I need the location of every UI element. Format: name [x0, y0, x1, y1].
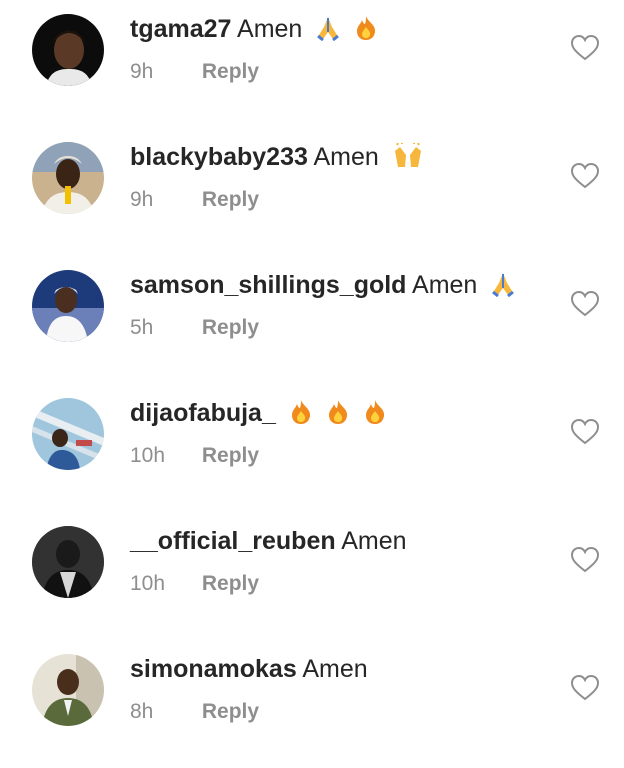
- fire-icon: [289, 399, 313, 434]
- user-avatar[interactable]: [32, 270, 104, 342]
- comment-item: dijaofabuja_ 10h Reply: [0, 384, 624, 512]
- comment-text: simonamokas Amen: [130, 652, 368, 686]
- reply-button[interactable]: Reply: [202, 700, 259, 723]
- comment-meta: 9h Reply: [130, 57, 259, 87]
- fire-icon: [363, 399, 387, 434]
- folded-hands-icon: [490, 271, 516, 306]
- like-heart-icon[interactable]: [570, 290, 600, 318]
- comment-username[interactable]: __official_reuben: [130, 527, 336, 555]
- reply-button[interactable]: Reply: [202, 60, 259, 83]
- comment-meta: 10h Reply: [130, 441, 259, 471]
- user-avatar[interactable]: [32, 526, 104, 598]
- user-avatar[interactable]: [32, 654, 104, 726]
- folded-hands-icon: [315, 15, 341, 50]
- comment-body: Amen: [412, 271, 478, 299]
- comment-meta: 10h Reply: [130, 569, 259, 599]
- comments-list: tgama27 Amen 9h Reply blackybaby233 Amen…: [0, 0, 624, 757]
- comment-time: 5h: [130, 316, 154, 339]
- comment-username[interactable]: tgama27: [130, 15, 231, 43]
- comment-username[interactable]: simonamokas: [130, 655, 297, 683]
- comment-time: 9h: [130, 188, 154, 211]
- like-heart-icon[interactable]: [570, 162, 600, 190]
- user-avatar[interactable]: [32, 398, 104, 470]
- like-heart-icon[interactable]: [570, 546, 600, 574]
- comment-meta: 9h Reply: [130, 185, 259, 215]
- fire-icon: [326, 399, 350, 434]
- comment-item: tgama27 Amen 9h Reply: [0, 0, 624, 128]
- comment-username[interactable]: dijaofabuja_: [130, 399, 276, 427]
- raising-hands-icon: [392, 142, 424, 178]
- comment-text: samson_shillings_gold Amen: [130, 268, 516, 306]
- reply-button[interactable]: Reply: [202, 316, 259, 339]
- comment-item: blackybaby233 Amen 9h Reply: [0, 128, 624, 256]
- comment-body: Amen: [237, 15, 303, 43]
- comment-item: samson_shillings_gold Amen 5h Reply: [0, 256, 624, 384]
- like-heart-icon[interactable]: [570, 418, 600, 446]
- reply-button[interactable]: Reply: [202, 444, 259, 467]
- comment-meta: 5h Reply: [130, 313, 259, 343]
- fire-icon: [354, 15, 378, 50]
- comment-text: dijaofabuja_: [130, 396, 387, 434]
- comment-text: tgama27 Amen: [130, 12, 378, 50]
- comment-time: 9h: [130, 60, 154, 83]
- user-avatar[interactable]: [32, 142, 104, 214]
- user-avatar[interactable]: [32, 14, 104, 86]
- comment-item: __official_reuben Amen 10h Reply: [0, 512, 624, 640]
- comment-text: blackybaby233 Amen: [130, 140, 424, 178]
- reply-button[interactable]: Reply: [202, 572, 259, 595]
- comment-meta: 8h Reply: [130, 697, 259, 727]
- comment-time: 8h: [130, 700, 154, 723]
- reply-button[interactable]: Reply: [202, 188, 259, 211]
- comment-item: simonamokas Amen 8h Reply: [0, 640, 624, 768]
- comment-body: Amen: [313, 143, 379, 171]
- like-heart-icon[interactable]: [570, 674, 600, 702]
- like-heart-icon[interactable]: [570, 34, 600, 62]
- comment-body: Amen: [302, 655, 368, 683]
- comment-username[interactable]: blackybaby233: [130, 143, 308, 171]
- comment-text: __official_reuben Amen: [130, 524, 407, 558]
- comment-body: Amen: [341, 527, 407, 555]
- comment-time: 10h: [130, 572, 166, 595]
- comment-username[interactable]: samson_shillings_gold: [130, 271, 406, 299]
- comment-time: 10h: [130, 444, 166, 467]
